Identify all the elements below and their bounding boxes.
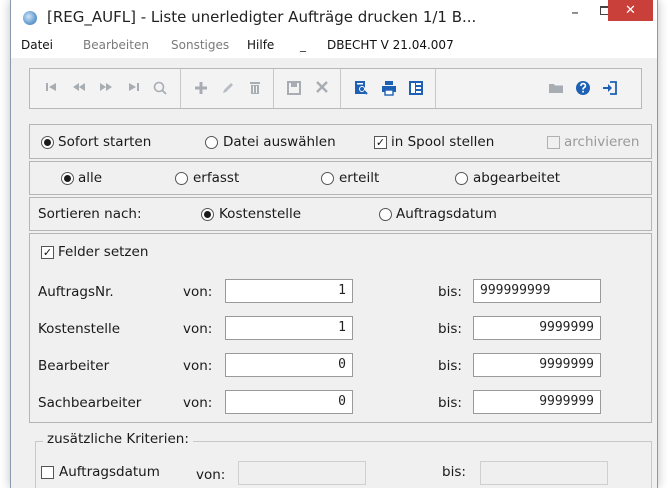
menu-bar: Datei Bearbeiten Sonstiges Hilfe _ DBECH…: [11, 34, 657, 58]
archivieren-label[interactable]: archivieren: [564, 134, 639, 150]
folder-icon[interactable]: [547, 80, 565, 98]
app-icon: [23, 11, 37, 25]
auftragsdatum-von-label: von:: [196, 467, 226, 483]
kostenstelle-sort-radio[interactable]: [201, 208, 214, 221]
erfasst-label[interactable]: erfasst: [193, 170, 239, 186]
toolbar-separator: [273, 69, 274, 108]
datei-auswaehlen-label[interactable]: Datei auswählen: [223, 134, 336, 150]
sofort-starten-radio[interactable]: [41, 136, 54, 149]
menu-datei[interactable]: Datei: [21, 38, 53, 52]
felder-setzen-label[interactable]: Felder setzen: [58, 244, 148, 260]
kostenstelle-von-label: von:: [183, 321, 213, 337]
auftragsdatum-from-input[interactable]: [238, 461, 366, 485]
auftragsnr-to-input[interactable]: 999999999: [473, 279, 601, 303]
toolbar-separator: [180, 69, 181, 108]
sachbearbeiter-bis-label: bis:: [438, 395, 462, 411]
toolbar-separator: [435, 69, 436, 108]
auftragsdatum-checkbox[interactable]: [41, 466, 54, 479]
auftragsnr-bis-label: bis:: [438, 284, 462, 300]
erteilt-radio[interactable]: [321, 172, 334, 185]
version-label: DBECHT V 21.04.007: [327, 38, 454, 52]
sachbearbeiter-label: Sachbearbeiter: [38, 395, 142, 411]
menu-bearbeiten[interactable]: Bearbeiten: [83, 38, 149, 52]
bearbeiter-von-label: von:: [183, 358, 213, 374]
title-bar: [REG_AUFL] - Liste unerledigter Aufträge…: [11, 0, 657, 34]
status-filter-panel: alle erfasst erteilt abgearbeitet: [29, 161, 652, 195]
abgearbeitet-radio[interactable]: [455, 172, 468, 185]
cancel-icon[interactable]: [313, 80, 331, 98]
start-options-panel: Sofort starten Datei auswählen ✓ in Spoo…: [29, 124, 652, 159]
auftragsnr-from-input[interactable]: 1: [225, 279, 353, 303]
kostenstelle-from-input[interactable]: 1: [225, 316, 353, 340]
print-icon[interactable]: [380, 80, 398, 98]
help-icon[interactable]: [574, 80, 592, 98]
auftragsnr-label: AuftragsNr.: [38, 284, 114, 300]
menu-separator: _: [300, 38, 306, 52]
bearbeiter-to-input[interactable]: 9999999: [473, 353, 601, 377]
menu-hilfe[interactable]: Hilfe: [247, 38, 274, 52]
alle-radio[interactable]: [61, 172, 74, 185]
previous-icon[interactable]: [70, 80, 88, 98]
erteilt-label[interactable]: erteilt: [339, 170, 379, 186]
delete-icon[interactable]: [246, 80, 264, 98]
bearbeiter-label: Bearbeiter: [38, 358, 110, 374]
kostenstelle-sort-label[interactable]: Kostenstelle: [219, 206, 301, 222]
felder-setzen-checkbox[interactable]: ✓: [41, 246, 54, 259]
last-icon[interactable]: [125, 80, 143, 98]
erfasst-radio[interactable]: [175, 172, 188, 185]
save-icon[interactable]: [285, 80, 303, 98]
spool-checkbox[interactable]: ✓: [374, 136, 387, 149]
auftragsdatum-sort-radio[interactable]: [379, 208, 392, 221]
kostenstelle-label: Kostenstelle: [38, 321, 121, 337]
sachbearbeiter-to-input[interactable]: 9999999: [473, 390, 601, 414]
edit-icon[interactable]: [219, 80, 237, 98]
toolbar: [29, 68, 642, 109]
kostenstelle-to-input[interactable]: 9999999: [473, 316, 601, 340]
window-title: [REG_AUFL] - Liste unerledigter Aufträge…: [47, 8, 477, 26]
bearbeiter-bis-label: bis:: [438, 358, 462, 374]
sachbearbeiter-von-label: von:: [183, 395, 213, 411]
alle-label[interactable]: alle: [78, 170, 102, 186]
abgearbeitet-label[interactable]: abgearbeitet: [473, 170, 560, 186]
auftragsdatum-label[interactable]: Auftragsdatum: [59, 464, 160, 480]
next-icon[interactable]: [97, 80, 115, 98]
first-icon[interactable]: [42, 80, 60, 98]
list-icon[interactable]: [407, 80, 425, 98]
kostenstelle-bis-label: bis:: [438, 321, 462, 337]
toolbar-separator: [340, 69, 341, 108]
auftragsdatum-bis-label: bis:: [442, 464, 466, 480]
datei-auswaehlen-radio[interactable]: [205, 136, 218, 149]
spool-label[interactable]: in Spool stellen: [391, 134, 494, 150]
sachbearbeiter-from-input[interactable]: 0: [225, 390, 353, 414]
print-preview-icon[interactable]: [352, 80, 370, 98]
add-icon[interactable]: [192, 80, 210, 98]
bearbeiter-from-input[interactable]: 0: [225, 353, 353, 377]
search-icon[interactable]: [151, 80, 169, 98]
extra-criteria-title: zusätzliche Kriterien:: [43, 431, 193, 447]
fields-panel: ✓ Felder setzen AuftragsNr. von: 1 bis: …: [29, 233, 652, 423]
sort-label: Sortieren nach:: [38, 206, 142, 222]
menu-sonstiges[interactable]: Sonstiges: [171, 38, 229, 52]
minimize-button[interactable]: –: [561, 2, 589, 23]
close-button[interactable]: ✕: [608, 0, 653, 21]
main-window: [REG_AUFL] - Liste unerledigter Aufträge…: [10, 0, 658, 488]
auftragsnr-von-label: von:: [183, 284, 213, 300]
auftragsdatum-to-input[interactable]: [480, 461, 608, 485]
sofort-starten-label[interactable]: Sofort starten: [58, 134, 151, 150]
sort-panel: Sortieren nach: Kostenstelle Auftragsdat…: [29, 197, 652, 231]
archivieren-checkbox[interactable]: [547, 136, 560, 149]
exit-icon[interactable]: [601, 80, 619, 98]
auftragsdatum-sort-label[interactable]: Auftragsdatum: [396, 206, 497, 222]
